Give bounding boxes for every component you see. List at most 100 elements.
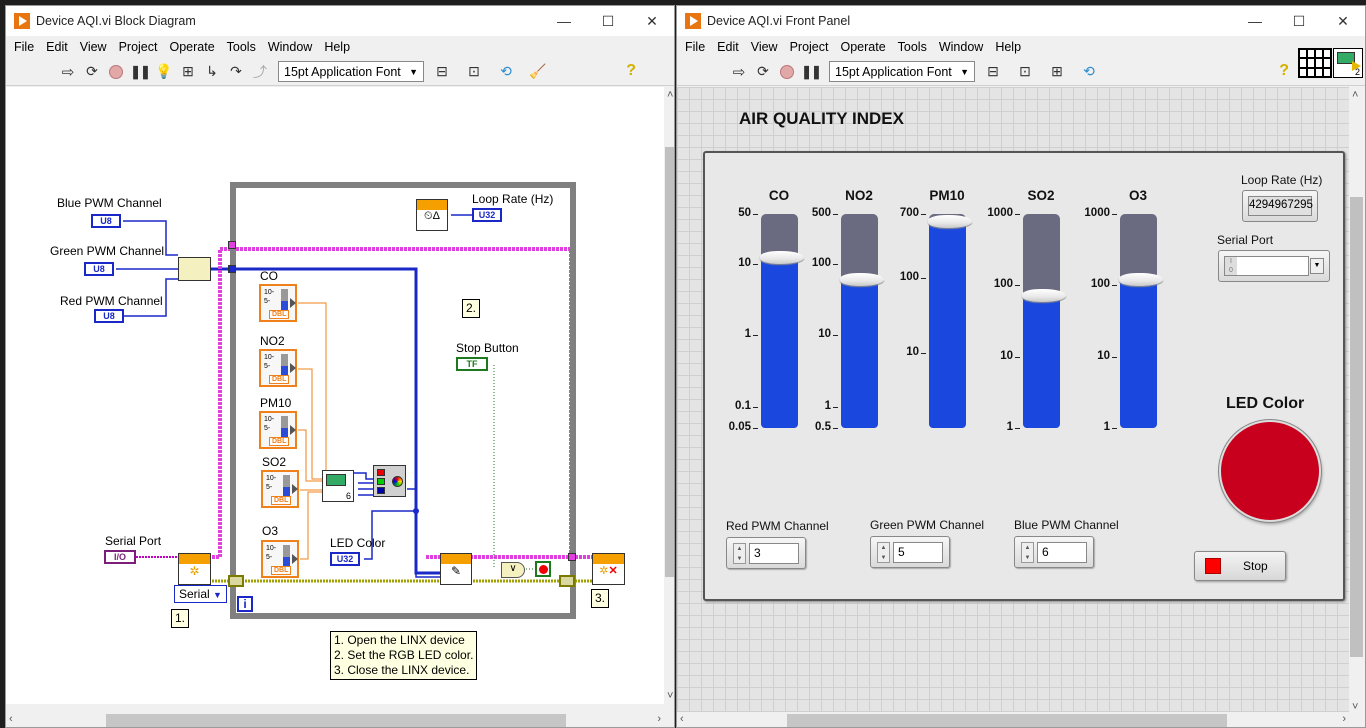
so2-indicator-terminal[interactable]: 10- 5- DBL: [261, 470, 299, 508]
led-color-terminal[interactable]: U32: [330, 552, 360, 566]
bd-close-button[interactable]: ✕: [630, 6, 674, 36]
font-select[interactable]: 15pt Application Font ▼: [278, 61, 424, 82]
context-help-icon[interactable]: ?: [626, 62, 636, 80]
fp-menu-window[interactable]: Window: [933, 40, 989, 54]
blue-pwm-terminal[interactable]: U8: [91, 214, 121, 228]
bd-menu-tools[interactable]: Tools: [221, 40, 262, 54]
green-pwm-control[interactable]: ▲ ▼ 5: [870, 536, 950, 568]
connection-type-enum[interactable]: Serial ▼: [174, 585, 227, 603]
reorder-icon[interactable]: ⟲: [496, 62, 516, 82]
blue-pwm-control[interactable]: ▲ ▼ 6: [1014, 536, 1094, 568]
bd-hscroll-thumb[interactable]: [106, 714, 566, 727]
distribute-objects-icon[interactable]: ⊡: [464, 62, 484, 82]
fp-menu-help[interactable]: Help: [989, 40, 1027, 54]
bd-menu-window[interactable]: Window: [262, 40, 318, 54]
green-pwm-input[interactable]: 5: [893, 542, 943, 563]
fp-menu-edit[interactable]: Edit: [711, 40, 745, 54]
or-node[interactable]: ∨: [501, 562, 525, 578]
set-rgb-led-node[interactable]: ✎: [440, 553, 472, 585]
step-into-icon[interactable]: ↳: [202, 62, 222, 82]
align-objects-icon[interactable]: ⊟: [983, 62, 1003, 82]
fp-close-button[interactable]: ✕: [1321, 6, 1365, 36]
pause-icon[interactable]: ❚❚: [801, 62, 822, 82]
fp-horizontal-scrollbar[interactable]: ‹ ›: [677, 712, 1349, 727]
green-pwm-stepper[interactable]: ▲ ▼: [877, 542, 890, 563]
context-help-icon[interactable]: ?: [1279, 62, 1289, 80]
loop-condition-terminal[interactable]: [535, 561, 551, 577]
loop-iteration-terminal[interactable]: i: [237, 596, 253, 612]
green-pwm-terminal[interactable]: U8: [84, 262, 114, 276]
fp-menu-file[interactable]: File: [679, 40, 711, 54]
bd-menu-view[interactable]: View: [74, 40, 113, 54]
bd-vscroll-thumb[interactable]: [665, 147, 674, 577]
bd-menu-project[interactable]: Project: [113, 40, 164, 54]
serial-port-control[interactable]: I0 ▼: [1218, 250, 1330, 282]
highlight-execution-icon[interactable]: 💡: [154, 62, 174, 82]
scale-label: 500: [811, 207, 831, 219]
vi-icon[interactable]: 2: [1333, 48, 1363, 78]
fp-hscroll-thumb[interactable]: [787, 714, 1227, 727]
rgb-to-color-node[interactable]: [373, 465, 406, 497]
scale-label: 0.5: [815, 421, 831, 433]
red-pwm-stepper[interactable]: ▲ ▼: [733, 543, 746, 564]
co-indicator-terminal[interactable]: 10- 5- DBL: [259, 284, 297, 322]
linx-close-node[interactable]: ✲✕: [592, 553, 625, 585]
no2-indicator-terminal[interactable]: 10- 5- DBL: [259, 349, 297, 387]
reorder-icon[interactable]: ⟲: [1079, 62, 1099, 82]
scale-tick: [833, 214, 838, 215]
fp-menu-view[interactable]: View: [745, 40, 784, 54]
red-pwm-control[interactable]: ▲ ▼ 3: [726, 537, 806, 569]
distribute-objects-icon[interactable]: ⊡: [1015, 62, 1035, 82]
align-objects-icon[interactable]: ⊟: [432, 62, 452, 82]
front-panel-canvas[interactable]: AIR QUALITY INDEX CO 50 10 1 0.1 0.05 NO2 500 10…: [677, 87, 1349, 715]
serial-port-terminal[interactable]: I/O: [104, 550, 136, 564]
run-arrow-icon[interactable]: ⇨: [58, 62, 78, 82]
fp-vscroll-thumb[interactable]: [1350, 197, 1363, 657]
bd-maximize-button[interactable]: ☐: [586, 6, 630, 36]
red-pwm-input[interactable]: 3: [749, 543, 799, 564]
pm10-indicator-terminal[interactable]: 10- 5- DBL: [259, 411, 297, 449]
fp-vertical-scrollbar[interactable]: ˄ ˅: [1349, 87, 1365, 715]
blue-pwm-stepper[interactable]: ▲ ▼: [1021, 542, 1034, 563]
blue-pwm-input[interactable]: 6: [1037, 542, 1087, 563]
serial-port-field[interactable]: I0: [1224, 256, 1309, 276]
tank-level-slider: [840, 272, 884, 286]
step-over-icon[interactable]: ↷: [226, 62, 246, 82]
bd-horizontal-scrollbar[interactable]: ‹ ›: [6, 712, 664, 727]
run-continuously-icon[interactable]: ⟳: [753, 62, 773, 82]
fp-font-select[interactable]: 15pt Application Font ▼: [829, 61, 975, 82]
connector-pane[interactable]: [1298, 48, 1332, 78]
clean-up-diagram-icon[interactable]: 🧹: [528, 62, 548, 82]
o3-indicator-terminal[interactable]: 10- 5- DBL: [261, 540, 299, 578]
stop-button[interactable]: Stop: [1194, 551, 1286, 581]
bd-menu-operate[interactable]: Operate: [163, 40, 220, 54]
step-out-icon[interactable]: ⤴: [250, 62, 270, 82]
fp-menu-tools[interactable]: Tools: [892, 40, 933, 54]
run-continuously-icon[interactable]: ⟳: [82, 62, 102, 82]
bd-menu-edit[interactable]: Edit: [40, 40, 74, 54]
linx-open-node[interactable]: ✲: [178, 553, 211, 585]
fp-minimize-button[interactable]: —: [1233, 6, 1277, 36]
fp-menu-project[interactable]: Project: [784, 40, 835, 54]
run-arrow-icon[interactable]: ⇨: [729, 62, 749, 82]
block-diagram-canvas[interactable]: Blue PWM Channel U8 Green PWM Channel U8…: [6, 87, 664, 704]
bd-menu-help[interactable]: Help: [318, 40, 356, 54]
fp-maximize-button[interactable]: ☐: [1277, 6, 1321, 36]
aqi-subvi-node[interactable]: 6: [322, 470, 354, 502]
bundle-cluster-node[interactable]: [178, 257, 211, 281]
bd-vertical-scrollbar[interactable]: ˄ ˅: [664, 87, 674, 704]
abort-icon[interactable]: [777, 62, 797, 82]
retain-wire-values-icon[interactable]: ⊞: [178, 62, 198, 82]
loop-timer-node[interactable]: ⏲Δ: [416, 199, 448, 231]
resize-objects-icon[interactable]: ⊞: [1047, 62, 1067, 82]
abort-icon[interactable]: [106, 62, 126, 82]
loop-rate-terminal[interactable]: U32: [472, 208, 502, 222]
scale-label: 100: [993, 278, 1013, 291]
serial-port-dropdown[interactable]: ▼: [1310, 258, 1324, 274]
bd-minimize-button[interactable]: —: [542, 6, 586, 36]
stop-button-terminal[interactable]: TF: [456, 357, 488, 371]
pause-icon[interactable]: ❚❚: [130, 62, 151, 82]
bd-menu-file[interactable]: File: [8, 40, 40, 54]
red-pwm-terminal[interactable]: U8: [94, 309, 124, 323]
fp-menu-operate[interactable]: Operate: [834, 40, 891, 54]
